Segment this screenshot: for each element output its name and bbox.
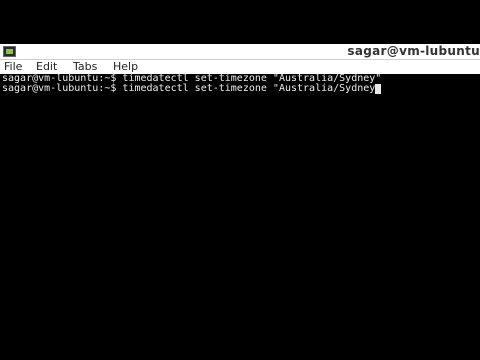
screen-top-area [0,0,480,44]
text-cursor [375,84,382,94]
window-titlebar[interactable]: sagar@vm-lubuntu [0,44,480,60]
menu-bar: File Edit Tabs Help [0,60,480,74]
terminal-output[interactable]: sagar@vm-lubuntu:~$ timedatectl set-time… [0,74,480,360]
shell-prompt: sagar@vm-lubuntu:~$ [2,83,117,94]
terminal-app-icon [3,46,16,57]
command-input[interactable]: timedatectl set-timezone "Australia/Sydn… [122,83,375,94]
terminal-line: sagar@vm-lubuntu:~$ timedatectl set-time… [2,83,382,94]
menu-help[interactable]: Help [113,60,138,73]
window-title: sagar@vm-lubuntu [347,44,480,58]
menu-file[interactable]: File [4,60,22,73]
menu-edit[interactable]: Edit [36,60,57,73]
menu-tabs[interactable]: Tabs [73,60,97,73]
